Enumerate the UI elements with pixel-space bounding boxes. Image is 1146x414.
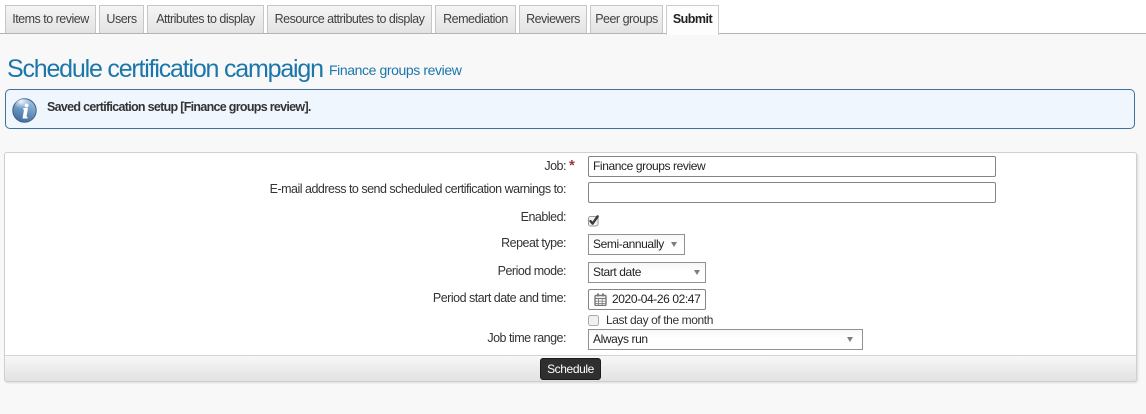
svg-text:i: i (23, 101, 29, 123)
